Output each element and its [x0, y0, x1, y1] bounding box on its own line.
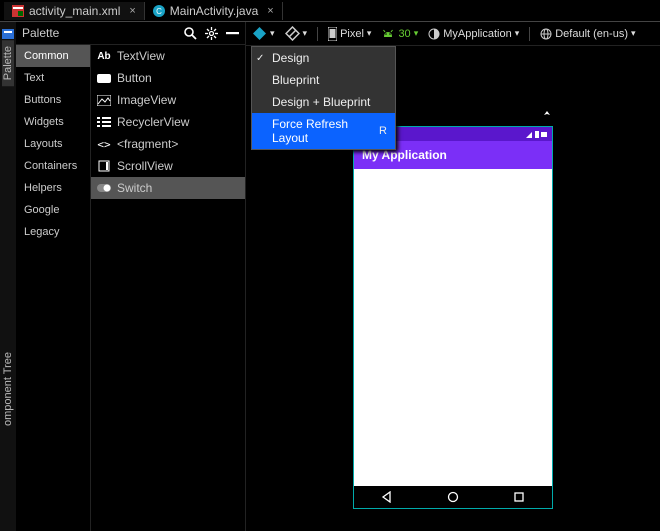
designer-toolbar: ▾ ▾ Pixel▾ 30▾ MyApplication▾ D	[246, 22, 660, 46]
surface-menu: ✓ Design Blueprint Design + Blueprint Fo…	[251, 46, 396, 150]
close-icon[interactable]: ×	[129, 5, 135, 17]
menu-design[interactable]: ✓ Design	[252, 47, 395, 69]
back-icon[interactable]	[381, 491, 393, 503]
widget-scrollview[interactable]: ScrollView	[91, 155, 245, 177]
component-tree-tool-tab[interactable]: omponent Tree	[2, 346, 14, 432]
api-selector[interactable]: 30▾	[381, 28, 418, 40]
tool-window-stripe: Palette omponent Tree	[0, 22, 16, 531]
shortcut-label: R	[379, 125, 387, 137]
tab-activity-main[interactable]: activity_main.xml ×	[4, 2, 145, 20]
category-layouts[interactable]: Layouts	[16, 133, 90, 155]
java-file-icon: C	[153, 5, 165, 17]
check-icon: ✓	[256, 53, 264, 64]
switch-icon	[97, 182, 111, 194]
category-containers[interactable]: Containers	[16, 155, 90, 177]
menu-force-refresh[interactable]: Force Refresh Layout R	[252, 113, 395, 149]
widget-fragment[interactable]: <> <fragment>	[91, 133, 245, 155]
recyclerview-icon	[97, 116, 111, 128]
content-area[interactable]	[354, 169, 552, 486]
widget-textview[interactable]: Ab TextView	[91, 45, 245, 67]
textview-icon: Ab	[97, 50, 111, 62]
design-surface-button[interactable]: ▾	[252, 26, 275, 41]
widget-switch[interactable]: Switch	[91, 177, 245, 199]
widget-imageview[interactable]: ImageView	[91, 89, 245, 111]
tab-label: activity_main.xml	[29, 4, 120, 18]
menu-blueprint[interactable]: Blueprint	[252, 69, 395, 91]
widget-button[interactable]: Button	[91, 67, 245, 89]
imageview-icon	[97, 94, 111, 106]
xml-file-icon	[12, 5, 24, 17]
home-icon[interactable]	[447, 491, 459, 503]
tab-label: MainActivity.java	[170, 4, 258, 18]
scrollview-icon	[97, 160, 111, 172]
gear-icon[interactable]	[205, 27, 218, 40]
category-legacy[interactable]: Legacy	[16, 221, 90, 243]
tool-icon	[542, 110, 552, 122]
category-google[interactable]: Google	[16, 199, 90, 221]
hide-icon[interactable]	[226, 32, 239, 35]
palette-tool-tab[interactable]: Palette	[2, 28, 14, 86]
orientation-button[interactable]: ▾	[285, 26, 308, 41]
locale-selector[interactable]: Default (en-us)▾	[540, 28, 635, 40]
widget-recyclerview[interactable]: RecyclerView	[91, 111, 245, 133]
close-icon[interactable]: ×	[267, 5, 273, 17]
nav-bar	[354, 486, 552, 508]
palette-title: Palette	[22, 26, 59, 40]
recent-icon[interactable]	[513, 491, 525, 503]
tab-mainactivity[interactable]: C MainActivity.java ×	[145, 2, 283, 20]
category-buttons[interactable]: Buttons	[16, 89, 90, 111]
device-preview[interactable]: 10:00 My Application	[353, 126, 553, 509]
status-icons	[526, 130, 548, 138]
button-icon	[97, 72, 111, 84]
theme-selector[interactable]: MyApplication▾	[428, 28, 519, 40]
device-selector[interactable]: Pixel▾	[328, 27, 371, 41]
category-text[interactable]: Text	[16, 67, 90, 89]
fragment-icon: <>	[97, 138, 111, 150]
category-helpers[interactable]: Helpers	[16, 177, 90, 199]
menu-design-blueprint[interactable]: Design + Blueprint	[252, 91, 395, 113]
category-widgets[interactable]: Widgets	[16, 111, 90, 133]
svg-text:C: C	[156, 7, 162, 16]
category-common[interactable]: Common	[16, 45, 90, 67]
search-icon[interactable]	[184, 27, 197, 40]
